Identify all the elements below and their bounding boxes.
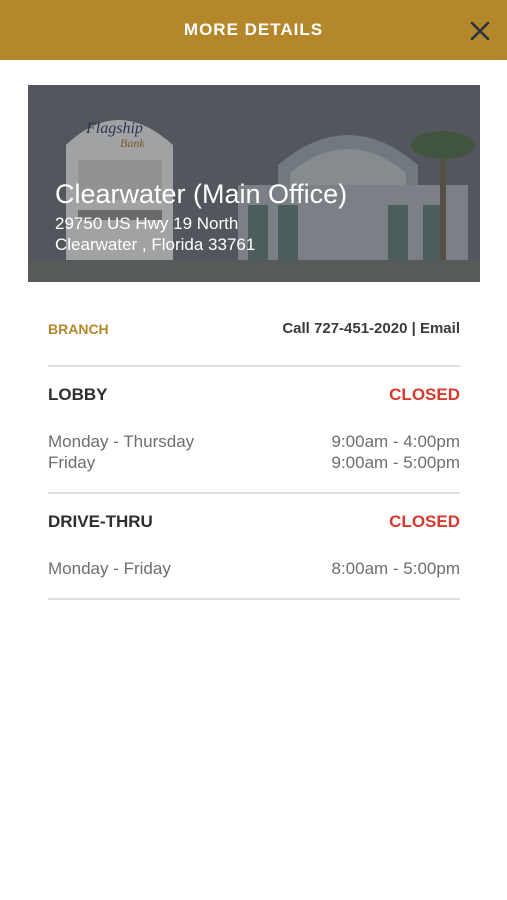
lobby-header: LOBBY CLOSED bbox=[48, 385, 460, 405]
contact-separator: | bbox=[411, 320, 416, 337]
hero-text: Clearwater (Main Office) 29750 US Hwy 19… bbox=[55, 177, 347, 255]
contact-links: Call 727-451-2020 | Email bbox=[282, 320, 460, 337]
branch-info-row: BRANCH Call 727-451-2020 | Email bbox=[48, 320, 460, 337]
divider bbox=[48, 492, 460, 494]
divider bbox=[48, 365, 460, 367]
hours-row: Friday 9:00am - 5:00pm bbox=[48, 452, 460, 473]
header-bar: MORE DETAILS bbox=[0, 0, 507, 60]
branch-label: BRANCH bbox=[48, 320, 109, 337]
drive-thru-title: DRIVE-THRU bbox=[48, 512, 153, 531]
hours-time: 9:00am - 4:00pm bbox=[331, 432, 460, 451]
hours-row: Monday - Friday 8:00am - 5:00pm bbox=[48, 558, 460, 579]
page-title: MORE DETAILS bbox=[183, 20, 324, 39]
drive-thru-status-badge: CLOSED bbox=[389, 512, 460, 531]
hours-time: 8:00am - 5:00pm bbox=[331, 559, 460, 578]
branch-name: Clearwater (Main Office) bbox=[55, 179, 348, 209]
hours-time: 9:00am - 5:00pm bbox=[331, 453, 460, 472]
close-icon[interactable] bbox=[469, 20, 491, 42]
lobby-title: LOBBY bbox=[48, 385, 108, 404]
hours-days: Monday - Friday bbox=[48, 559, 171, 578]
divider bbox=[48, 598, 460, 600]
hours-days: Monday - Thursday bbox=[48, 432, 195, 451]
hours-row: Monday - Thursday 9:00am - 4:00pm bbox=[48, 431, 460, 452]
email-link[interactable]: Email bbox=[420, 320, 460, 337]
drive-thru-section: DRIVE-THRU CLOSED Monday - Friday 8:00am… bbox=[48, 512, 460, 579]
lobby-status-badge: CLOSED bbox=[389, 385, 460, 404]
call-link[interactable]: Call 727-451-2020 bbox=[282, 320, 407, 337]
branch-photo: Flagship Bank Clearwater (Main Office) 2… bbox=[28, 85, 480, 282]
lobby-section: LOBBY CLOSED Monday - Thursday 9:00am - … bbox=[48, 385, 460, 473]
address-line-2: Clearwater , Florida 33761 bbox=[55, 235, 256, 254]
drive-thru-header: DRIVE-THRU CLOSED bbox=[48, 512, 460, 532]
hours-days: Friday bbox=[48, 453, 96, 472]
address-line-1: 29750 US Hwy 19 North bbox=[55, 214, 239, 233]
